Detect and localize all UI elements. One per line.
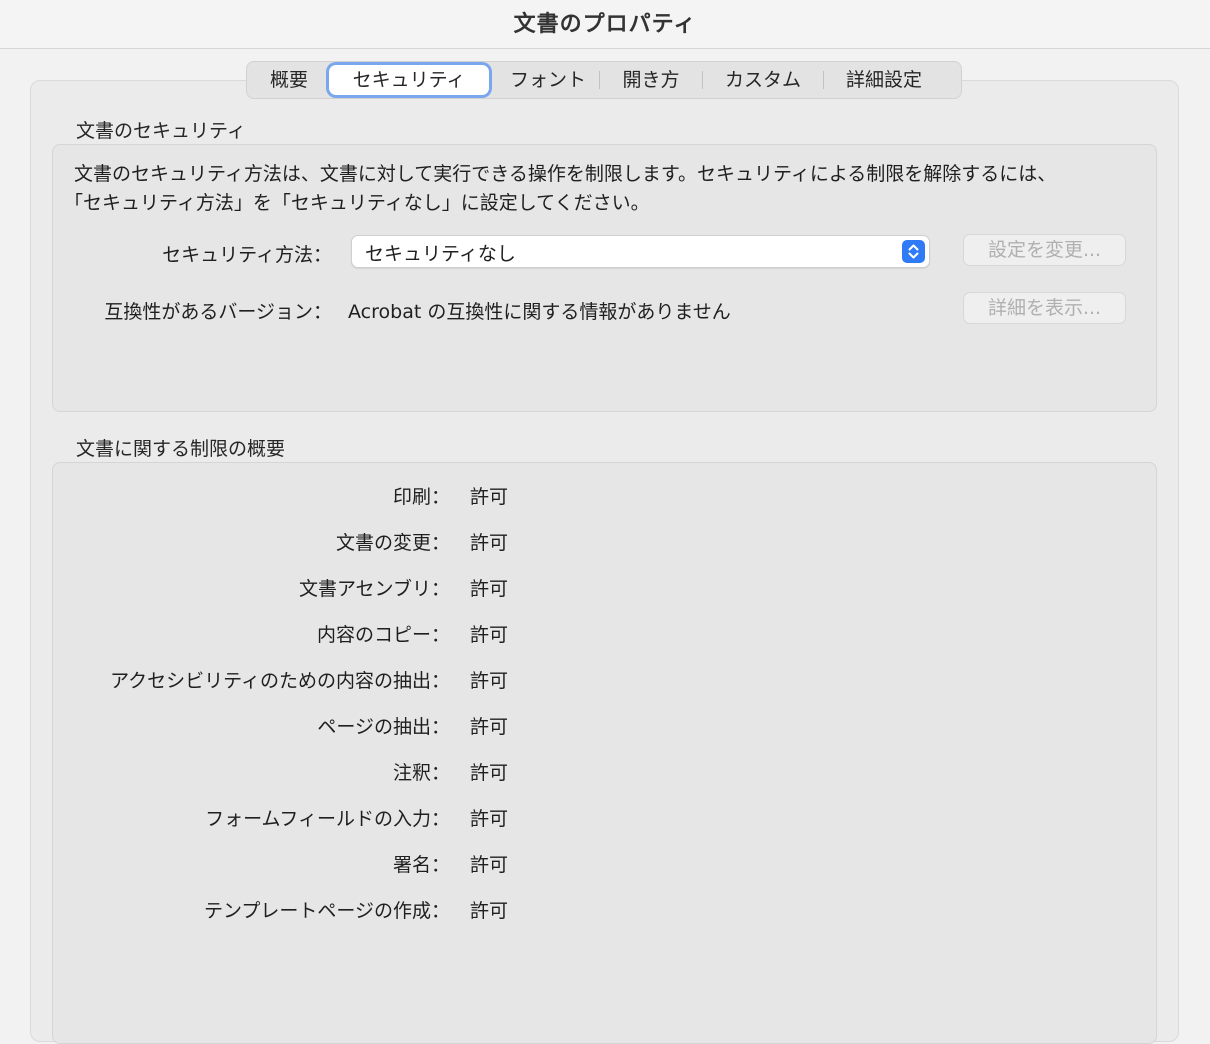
restriction-row: ページの抽出： 許可 <box>52 712 752 742</box>
title-bar: 文書のプロパティ <box>0 0 1210 49</box>
tab-custom[interactable]: カスタム <box>703 65 823 95</box>
security-method-label: セキュリティ方法： <box>162 244 332 266</box>
restriction-row: 内容のコピー： 許可 <box>52 620 752 650</box>
restriction-label: テンプレートページの作成： <box>203 900 450 922</box>
security-description: 文書のセキュリティ方法は、文書に対して実行できる操作を制限します。セキュリティに… <box>64 160 1144 218</box>
window-title: 文書のプロパティ <box>513 12 697 37</box>
compatible-version-value: Acrobat の互換性に関する情報がありません <box>348 301 731 323</box>
restriction-value: 許可 <box>470 486 509 508</box>
restriction-value: 許可 <box>470 532 509 554</box>
restriction-value: 許可 <box>470 624 509 646</box>
tab-security[interactable]: セキュリティ <box>329 65 489 95</box>
restriction-row: 文書アセンブリ： 許可 <box>52 574 752 604</box>
restriction-value: 許可 <box>470 854 509 876</box>
restriction-row: 署名： 許可 <box>52 850 752 880</box>
restrictions-section-title: 文書に関する制限の概要 <box>76 438 286 460</box>
restriction-row: 印刷： 許可 <box>52 482 752 512</box>
restriction-label: 内容のコピー： <box>316 624 450 646</box>
restriction-label: 文書の変更： <box>335 532 450 554</box>
restriction-label: 署名： <box>392 854 450 876</box>
security-method-value: セキュリティなし <box>365 243 516 265</box>
restriction-value: 許可 <box>470 716 509 738</box>
restriction-value: 許可 <box>470 578 509 600</box>
restriction-row: アクセシビリティのための内容の抽出： 許可 <box>52 666 752 696</box>
restriction-label: フォームフィールドの入力： <box>205 808 450 830</box>
restriction-value: 許可 <box>470 762 509 784</box>
change-settings-button[interactable]: 設定を変更... <box>963 234 1126 266</box>
tab-summary[interactable]: 概要 <box>251 65 327 95</box>
restriction-row: テンプレートページの作成： 許可 <box>52 896 752 926</box>
chevron-up-down-icon <box>902 240 925 263</box>
show-details-button[interactable]: 詳細を表示... <box>963 292 1126 324</box>
tab-fonts[interactable]: フォント <box>497 65 599 95</box>
restriction-row: 文書の変更： 許可 <box>52 528 752 558</box>
tab-bar: 概要 セキュリティ フォント 開き方 カスタム 詳細設定 <box>246 61 962 99</box>
tab-advanced[interactable]: 詳細設定 <box>824 65 944 95</box>
restriction-value: 許可 <box>470 670 509 692</box>
tab-open[interactable]: 開き方 <box>600 65 702 95</box>
security-description-line2: 「セキュリティ方法」を「セキュリティなし」に設定してください。 <box>64 192 650 214</box>
restriction-value: 許可 <box>470 900 509 922</box>
restriction-label: 注釈： <box>392 762 450 784</box>
security-description-line1: 文書のセキュリティ方法は、文書に対して実行できる操作を制限します。セキュリティに… <box>74 163 1057 185</box>
restriction-value: 許可 <box>470 808 509 830</box>
compatible-version-label: 互換性があるバージョン： <box>104 301 332 323</box>
security-method-select[interactable]: セキュリティなし <box>351 235 930 268</box>
restriction-label: ページの抽出： <box>317 716 450 738</box>
restriction-row: 注釈： 許可 <box>52 758 752 788</box>
restriction-row: フォームフィールドの入力： 許可 <box>52 804 752 834</box>
security-section-title: 文書のセキュリティ <box>76 120 246 142</box>
restriction-label: アクセシビリティのための内容の抽出： <box>110 670 450 692</box>
restriction-label: 印刷： <box>392 486 450 508</box>
restriction-label: 文書アセンブリ： <box>298 578 450 600</box>
